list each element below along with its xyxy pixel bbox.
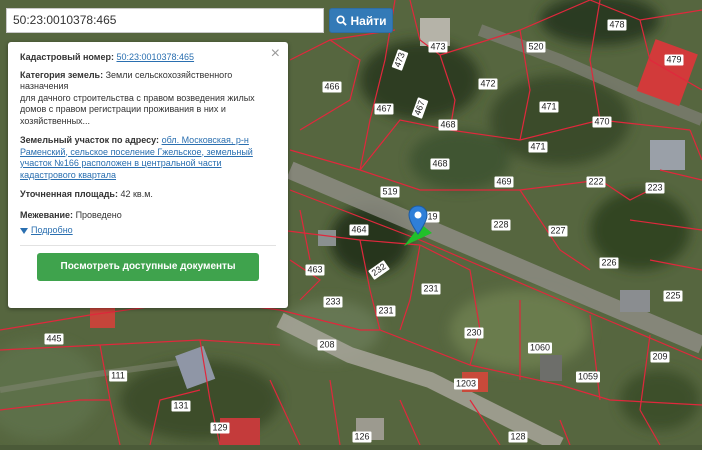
- land-category-row: Категория земель: Земли сельскохозяйстве…: [20, 70, 276, 128]
- plot-label[interactable]: 473: [428, 41, 448, 53]
- plot-label[interactable]: 227: [548, 225, 568, 237]
- plot-label[interactable]: 471: [528, 141, 548, 153]
- plot-label[interactable]: 467: [374, 103, 394, 115]
- plot-label[interactable]: 230: [464, 327, 484, 339]
- plot-label[interactable]: 520: [526, 41, 546, 53]
- location-pin-icon[interactable]: [408, 205, 428, 235]
- details-toggle[interactable]: Подробно: [20, 225, 276, 237]
- plot-label[interactable]: 1060: [527, 342, 553, 354]
- close-icon[interactable]: ×: [271, 46, 280, 62]
- caret-down-icon: [20, 227, 28, 234]
- plot-label[interactable]: 470: [592, 116, 612, 128]
- plot-label[interactable]: 469: [494, 176, 514, 188]
- plot-label[interactable]: 111: [109, 370, 127, 382]
- plot-label[interactable]: 445: [44, 333, 64, 345]
- plot-label[interactable]: 468: [438, 119, 458, 131]
- plot-label[interactable]: 126: [352, 431, 372, 443]
- plot-label[interactable]: 128: [508, 431, 528, 443]
- address-row: Земельный участок по адресу: обл. Москов…: [20, 135, 276, 181]
- plot-label[interactable]: 129: [210, 422, 230, 434]
- plot-label[interactable]: 1059: [575, 371, 601, 383]
- plot-label[interactable]: 1203: [453, 378, 479, 390]
- land-category-description: для дачного строительства с правом возве…: [20, 92, 255, 126]
- plot-label[interactable]: 231: [376, 305, 396, 317]
- plot-label[interactable]: 471: [539, 101, 559, 113]
- plot-label[interactable]: 209: [650, 351, 670, 363]
- plot-label[interactable]: 208: [317, 339, 337, 351]
- plot-label[interactable]: 478: [607, 19, 627, 31]
- plot-label[interactable]: 233: [323, 296, 343, 308]
- survey-row: Межевание: Проведено: [20, 210, 276, 222]
- cadastral-number-label: Кадастровый номер:: [20, 52, 114, 62]
- area-row: Уточненная площадь: 42 кв.м.: [20, 189, 276, 201]
- details-label: Подробно: [31, 225, 73, 235]
- search-icon: [335, 15, 347, 26]
- plot-label[interactable]: 463: [305, 264, 325, 276]
- cadastral-number-link[interactable]: 50:23:0010378:465: [116, 52, 194, 62]
- area-label: Уточненная площадь:: [20, 189, 118, 199]
- divider: [20, 244, 276, 246]
- view-documents-button[interactable]: Посмотреть доступные документы: [37, 252, 259, 281]
- plot-label[interactable]: 223: [645, 182, 665, 194]
- plot-label[interactable]: 231: [421, 283, 441, 295]
- plot-label[interactable]: 479: [664, 54, 684, 66]
- survey-value: Проведено: [75, 209, 122, 220]
- plot-label[interactable]: 131: [171, 400, 191, 412]
- plot-label[interactable]: 225: [663, 290, 683, 302]
- search-input[interactable]: 50:23:0010378:465: [6, 8, 324, 33]
- area-value: 42 кв.м.: [120, 189, 153, 199]
- survey-label: Межевание:: [20, 209, 74, 220]
- search-button[interactable]: Найти: [329, 8, 393, 33]
- plot-label[interactable]: 464: [349, 224, 369, 236]
- plot-label[interactable]: 466: [322, 81, 342, 93]
- search-button-label: Найти: [350, 13, 387, 28]
- cadastral-number-row: Кадастровый номер: 50:23:0010378:465: [20, 52, 276, 64]
- plot-label[interactable]: 519: [380, 186, 400, 198]
- plot-label[interactable]: 226: [599, 257, 619, 269]
- plot-label[interactable]: 472: [478, 78, 498, 90]
- parcel-info-popup: × Кадастровый номер: 50:23:0010378:465 К…: [8, 42, 288, 308]
- address-label: Земельный участок по адресу:: [20, 135, 160, 145]
- plot-label[interactable]: 228: [491, 219, 511, 231]
- plot-label[interactable]: 468: [430, 158, 450, 170]
- land-category-label: Категория земель:: [20, 69, 104, 80]
- plot-label[interactable]: 222: [586, 176, 606, 188]
